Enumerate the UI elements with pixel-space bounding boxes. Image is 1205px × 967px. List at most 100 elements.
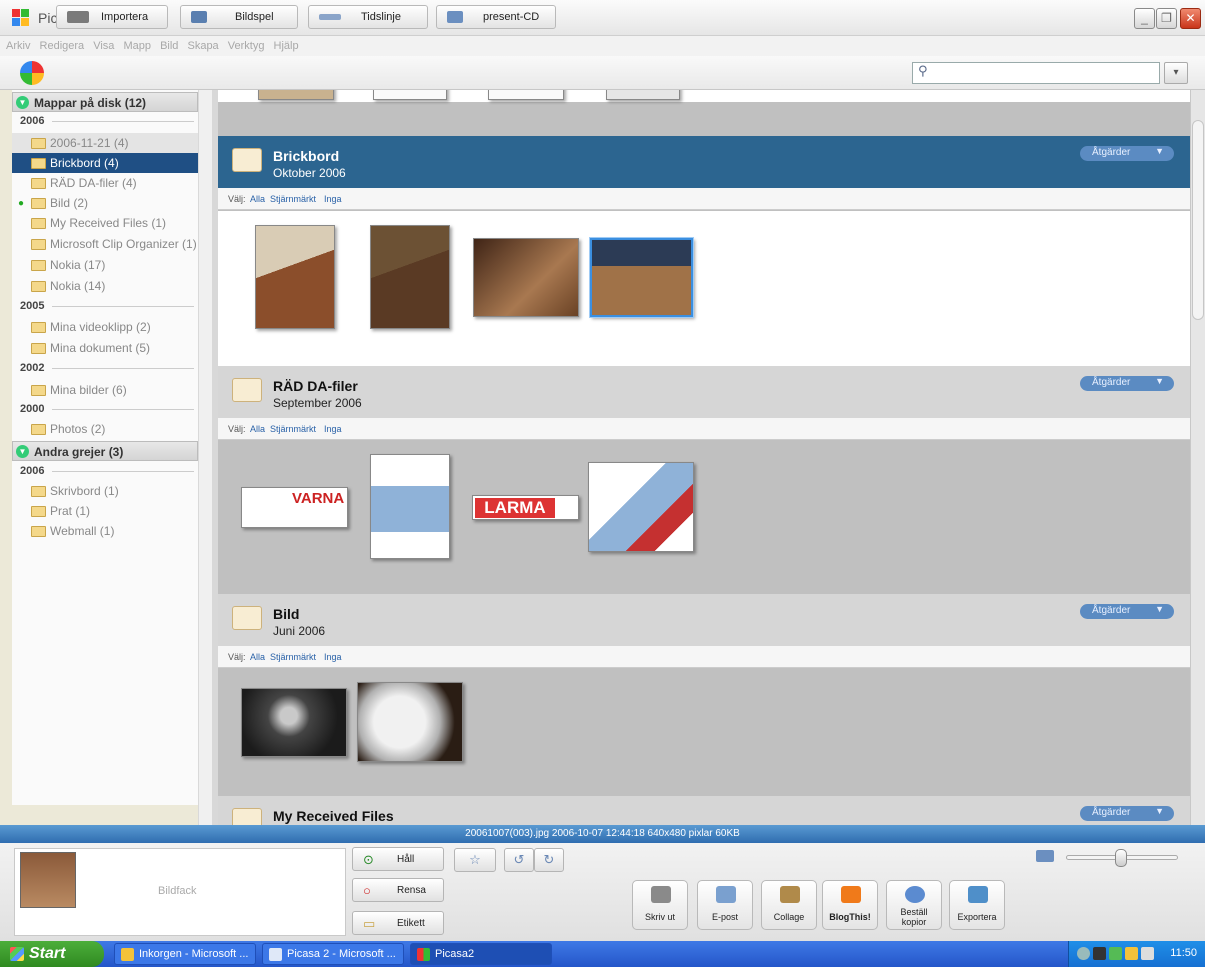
actions-dropdown[interactable]: Åtgärder ▼ — [1080, 146, 1174, 161]
taskbar-item-picasa[interactable]: Picasa2 — [410, 943, 552, 965]
rotate-right-button[interactable]: ↻ — [534, 848, 564, 872]
sidebar-item-skrivbord[interactable]: Skrivbord (1) — [12, 481, 198, 501]
photo-thumbnail[interactable] — [357, 682, 463, 762]
menu-visa[interactable]: Visa — [93, 36, 114, 56]
email-button[interactable]: E-post — [697, 880, 753, 930]
clear-button[interactable]: ○ Rensa — [352, 878, 444, 902]
rotate-left-button[interactable]: ↺ — [504, 848, 534, 872]
present-cd-button[interactable]: present-CD — [436, 5, 556, 29]
photo-thumbnail[interactable] — [370, 225, 450, 329]
group-other-stuff[interactable]: ▼ Andra grejer (3) — [12, 441, 198, 461]
select-none-link[interactable]: Inga — [324, 194, 342, 204]
sidebar-item-nokia-14[interactable]: Nokia (14) — [12, 276, 198, 296]
sidebar-item-mina-videoklipp[interactable]: Mina videoklipp (2) — [12, 317, 198, 337]
menu-hjalp[interactable]: Hjälp — [274, 36, 299, 56]
tray-calendar-icon[interactable] — [1141, 947, 1154, 960]
scrollbar-thumb[interactable] — [1192, 120, 1204, 320]
hold-button[interactable]: ⊙ Håll — [352, 847, 444, 871]
sidebar-scrollbar[interactable] — [198, 90, 212, 825]
actions-dropdown[interactable]: Åtgärder ▼ — [1080, 376, 1174, 391]
select-none-link[interactable]: Inga — [324, 652, 342, 662]
folder-header-bild[interactable]: Bild Juni 2006 Åtgärder ▼ — [218, 594, 1190, 646]
collapse-icon[interactable]: ▼ — [16, 445, 29, 458]
sidebar-item-rad-da-filer[interactable]: RÄD DA-filer (4) — [12, 173, 198, 193]
photo-thumbnail[interactable] — [373, 90, 447, 100]
photo-thumbnail[interactable] — [488, 90, 564, 100]
photo-thumbnail[interactable] — [588, 462, 694, 552]
photo-thumbnail[interactable] — [473, 238, 579, 317]
close-button[interactable]: ✕ — [1180, 8, 1201, 29]
maximize-button[interactable]: ❐ — [1156, 8, 1177, 29]
taskbar-item-word[interactable]: Picasa 2 - Microsoft ... — [262, 943, 404, 965]
select-all-link[interactable]: Alla — [250, 424, 265, 434]
collage-button[interactable]: Collage — [761, 880, 817, 930]
import-button[interactable]: Importera — [56, 5, 168, 29]
sidebar-item-mina-dokument[interactable]: Mina dokument (5) — [12, 338, 198, 358]
sidebar-item-2006-11-21[interactable]: 2006-11-21 (4) — [12, 133, 198, 153]
slideshow-button[interactable]: Bildspel — [180, 5, 298, 29]
folder-header-brickbord[interactable]: Brickbord Oktober 2006 Åtgärder ▼ — [218, 136, 1190, 188]
actions-dropdown[interactable]: Åtgärder ▼ — [1080, 604, 1174, 619]
sidebar-item-clip-organizer[interactable]: Microsoft Clip Organizer (1) — [12, 234, 198, 254]
menu-verktyg[interactable]: Verktyg — [228, 36, 265, 56]
select-none-link[interactable]: Inga — [324, 424, 342, 434]
actions-dropdown[interactable]: Åtgärder ▼ — [1080, 806, 1174, 821]
photo-thumbnail[interactable] — [258, 90, 334, 100]
print-button[interactable]: Skriv ut — [632, 880, 688, 930]
menu-mapp[interactable]: Mapp — [123, 36, 151, 56]
picasa-home-icon[interactable] — [20, 61, 44, 85]
sidebar-item-prat[interactable]: Prat (1) — [12, 501, 198, 521]
select-starred-link[interactable]: Stjärnmärkt — [270, 652, 316, 662]
start-button[interactable]: Start — [0, 941, 104, 967]
select-all-link[interactable]: Alla — [250, 194, 265, 204]
photo-thumbnail[interactable] — [255, 225, 335, 329]
search-input[interactable] — [912, 62, 1160, 84]
sidebar-item-bild[interactable]: ● Bild (2) — [12, 193, 198, 213]
select-starred-link[interactable]: Stjärnmärkt — [270, 194, 316, 204]
photo-thumbnail[interactable] — [241, 688, 347, 757]
folder-icon — [31, 486, 46, 497]
folder-icon — [232, 808, 262, 825]
sidebar-item-photos[interactable]: Photos (2) — [12, 419, 198, 439]
timeline-button[interactable]: Tidslinje — [308, 5, 428, 29]
photo-thumbnail[interactable] — [370, 454, 450, 559]
photo-thumbnail[interactable]: VARNA — [241, 487, 348, 528]
group-folders-on-disk[interactable]: ▼ Mappar på disk (12) — [12, 92, 198, 112]
minimize-button[interactable]: _ — [1134, 8, 1155, 29]
sidebar-item-brickbord[interactable]: Brickbord (4) — [12, 153, 198, 173]
tray-photo-thumbnail[interactable] — [20, 852, 76, 908]
photo-thumbnail[interactable] — [606, 90, 680, 100]
sidebar-item-mina-bilder[interactable]: Mina bilder (6) — [12, 380, 198, 400]
order-prints-button[interactable]: Beställ kopior — [886, 880, 942, 930]
collapse-icon[interactable]: ▼ — [16, 96, 29, 109]
star-button[interactable]: ☆ — [454, 848, 496, 872]
sidebar-item-nokia-17[interactable]: Nokia (17) — [12, 255, 198, 275]
select-all-link[interactable]: Alla — [250, 652, 265, 662]
tray-person-icon[interactable] — [1093, 947, 1106, 960]
select-starred-link[interactable]: Stjärnmärkt — [270, 424, 316, 434]
blogthis-button[interactable]: BlogThis! — [822, 880, 878, 930]
zoom-slider-handle[interactable] — [1115, 849, 1127, 867]
menu-redigera[interactable]: Redigera — [40, 36, 85, 56]
sidebar-item-webmall[interactable]: Webmall (1) — [12, 521, 198, 541]
tag-icon: ▭ — [363, 916, 376, 931]
folder-header-rad-da-filer[interactable]: RÄD DA-filer September 2006 Åtgärder ▼ — [218, 366, 1190, 418]
word-icon — [269, 948, 282, 961]
folder-icon — [232, 378, 262, 402]
search-options-button[interactable]: ▾ — [1164, 62, 1188, 84]
menu-arkiv[interactable]: Arkiv — [6, 36, 30, 56]
folder-header-my-received-files[interactable]: My Received Files Åtgärder ▼ — [218, 796, 1190, 825]
taskbar-item-inbox[interactable]: Inkorgen - Microsoft ... — [114, 943, 256, 965]
tag-button[interactable]: ▭ Etikett — [352, 911, 444, 935]
tray-messenger-icon[interactable] — [1109, 947, 1122, 960]
photo-thumbnail-selected[interactable] — [589, 237, 694, 318]
library-scrollbar[interactable] — [1190, 90, 1205, 825]
sidebar-item-my-received-files[interactable]: My Received Files (1) — [12, 213, 198, 233]
photo-thumbnail[interactable]: LARMA — [472, 495, 579, 520]
menu-bild[interactable]: Bild — [160, 36, 178, 56]
export-button[interactable]: Exportera — [949, 880, 1005, 930]
menu-skapa[interactable]: Skapa — [187, 36, 218, 56]
folder-icon — [232, 606, 262, 630]
tray-outlook-icon[interactable] — [1125, 947, 1138, 960]
tray-expand-icon[interactable] — [1077, 947, 1090, 960]
